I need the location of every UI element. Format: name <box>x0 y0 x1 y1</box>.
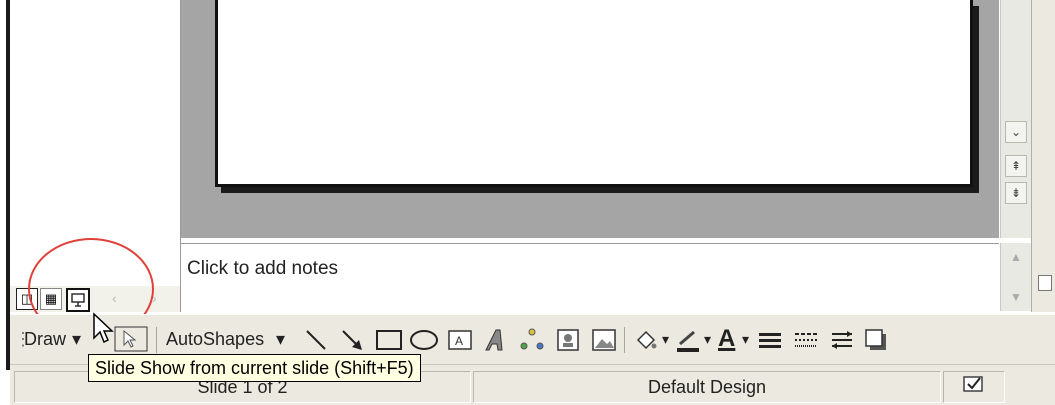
design-template-name: Default Design <box>473 371 941 403</box>
arrow-tool-icon[interactable] <box>338 326 366 354</box>
rectangle-tool-icon[interactable] <box>374 326 404 354</box>
insert-picture-icon[interactable] <box>590 326 618 354</box>
line-color-dropdown-icon[interactable]: ▾ <box>704 323 711 355</box>
line-style-icon[interactable] <box>756 326 784 354</box>
toolbar-separator <box>156 327 157 353</box>
previous-slide-icon[interactable]: ⇞ <box>1005 155 1027 177</box>
mouse-pointer-icon <box>93 312 114 344</box>
dash-style-icon[interactable] <box>792 326 820 354</box>
autoshapes-dropdown-icon[interactable]: ▾ <box>276 323 285 355</box>
line-tool-icon[interactable] <box>302 326 330 354</box>
task-pane-tab[interactable] <box>1038 275 1052 291</box>
slide-show-tooltip: Slide Show from current slide (Shift+F5) <box>88 354 421 382</box>
svg-text:A: A <box>455 334 463 348</box>
slide-show-view-button[interactable] <box>66 288 90 312</box>
spelling-check-icon[interactable] <box>962 375 986 395</box>
draw-menu-dropdown-icon[interactable]: ▾ <box>72 323 81 355</box>
slide-show-view-icon <box>71 293 85 307</box>
draw-menu-button[interactable]: Draw <box>24 323 66 355</box>
powerpoint-window: ⌄ ⇞ ⇟ Click to add notes ▲ ▼ ◫ ▦ ‹ › ⋮ D… <box>0 0 1055 405</box>
slide-sorter-view-button[interactable]: ▦ <box>40 288 62 310</box>
select-objects-icon[interactable] <box>114 326 148 352</box>
scroll-left-icon[interactable]: ‹ <box>112 290 126 306</box>
notes-scrollbar[interactable]: ▲ ▼ <box>1000 243 1031 311</box>
arrow-style-icon[interactable] <box>828 326 856 354</box>
font-color-dropdown-icon[interactable]: ▾ <box>742 323 749 355</box>
spelling-status-cell <box>943 371 1005 403</box>
notes-scroll-up-icon[interactable]: ▲ <box>1007 249 1025 265</box>
fill-color-dropdown-icon[interactable]: ▾ <box>662 323 669 355</box>
toolbar-separator <box>624 327 625 353</box>
outline-pane[interactable] <box>10 0 181 312</box>
slide-sorter-view-icon: ▦ <box>44 291 58 306</box>
normal-view-icon: ◫ <box>20 291 34 306</box>
autoshapes-menu-button[interactable]: AutoShapes <box>166 323 264 355</box>
scroll-down-arrow-icon[interactable]: ⌄ <box>1005 121 1027 143</box>
notes-pane[interactable]: Click to add notes <box>181 243 999 312</box>
wordart-icon[interactable] <box>482 326 510 354</box>
view-buttons-bar: ◫ ▦ ‹ › <box>10 286 180 312</box>
shadow-style-icon[interactable] <box>862 326 890 354</box>
notes-scroll-down-icon[interactable]: ▼ <box>1007 289 1025 305</box>
normal-view-button[interactable]: ◫ <box>16 288 38 310</box>
oval-tool-icon[interactable] <box>408 326 440 354</box>
task-pane-edge <box>1031 0 1055 312</box>
font-color-icon[interactable]: A <box>718 323 735 355</box>
diagram-icon[interactable] <box>518 326 546 354</box>
next-slide-icon[interactable]: ⇟ <box>1005 182 1027 204</box>
line-color-icon[interactable] <box>674 326 702 354</box>
fill-color-icon[interactable] <box>632 326 660 354</box>
notes-placeholder[interactable]: Click to add notes <box>187 258 338 280</box>
slide-canvas[interactable] <box>215 0 973 187</box>
clip-art-icon[interactable] <box>554 326 582 354</box>
text-box-icon[interactable]: A <box>446 326 474 354</box>
scroll-right-icon[interactable]: › <box>152 290 166 306</box>
